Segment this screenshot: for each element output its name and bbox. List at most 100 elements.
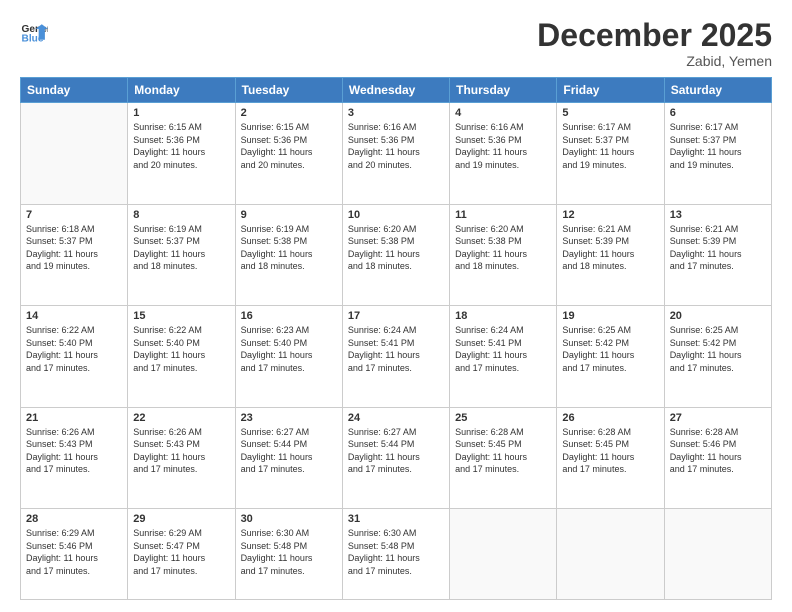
day-number: 3: [348, 107, 444, 119]
table-row: 17Sunrise: 6:24 AM Sunset: 5:41 PM Dayli…: [342, 306, 449, 407]
month-title: December 2025: [537, 18, 772, 53]
day-info: Sunrise: 6:23 AM Sunset: 5:40 PM Dayligh…: [241, 324, 337, 374]
col-tuesday: Tuesday: [235, 78, 342, 103]
day-info: Sunrise: 6:16 AM Sunset: 5:36 PM Dayligh…: [348, 121, 444, 171]
day-number: 21: [26, 412, 122, 424]
table-row: 6 Sunrise: 6:17 AM Sunset: 5:37 PM Daylig…: [664, 103, 771, 204]
day-info: Sunrise: 6:20 AM Sunset: 5:38 PM Dayligh…: [348, 223, 444, 273]
day-info: Sunrise: 6:27 AM Sunset: 5:44 PM Dayligh…: [241, 426, 337, 476]
table-row: 5 Sunrise: 6:17 AM Sunset: 5:37 PM Daylig…: [557, 103, 664, 204]
logo: General Blue: [20, 18, 48, 46]
day-number: 22: [133, 412, 229, 424]
day-info: Sunrise: 6:25 AM Sunset: 5:42 PM Dayligh…: [670, 324, 766, 374]
table-row: 3 Sunrise: 6:16 AM Sunset: 5:36 PM Daylig…: [342, 103, 449, 204]
table-row: 16 Sunrise: 6:23 AM Sunset: 5:40 PM Dayli…: [235, 306, 342, 407]
day-number: 10: [348, 209, 444, 221]
table-row: 4Sunrise: 6:16 AM Sunset: 5:36 PM Daylig…: [450, 103, 557, 204]
day-info: Sunrise: 6:17 AM Sunset: 5:37 PM Dayligh…: [562, 121, 658, 171]
calendar-table: Sunday Monday Tuesday Wednesday Thursday…: [20, 77, 772, 600]
calendar-week-row: 28Sunrise: 6:29 AM Sunset: 5:46 PM Dayli…: [21, 509, 772, 600]
title-section: December 2025 Zabid, Yemen: [537, 18, 772, 69]
day-number: 14: [26, 310, 122, 322]
day-number: 13: [670, 209, 766, 221]
day-number: 27: [670, 412, 766, 424]
table-row: 28Sunrise: 6:29 AM Sunset: 5:46 PM Dayli…: [21, 509, 128, 600]
day-info: Sunrise: 6:19 AM Sunset: 5:37 PM Dayligh…: [133, 223, 229, 273]
calendar-week-row: 7 Sunrise: 6:18 AM Sunset: 5:37 PM Daylig…: [21, 204, 772, 305]
day-number: 18: [455, 310, 551, 322]
day-info: Sunrise: 6:22 AM Sunset: 5:40 PM Dayligh…: [26, 324, 122, 374]
day-number: 6: [670, 107, 766, 119]
day-info: Sunrise: 6:24 AM Sunset: 5:41 PM Dayligh…: [455, 324, 551, 374]
table-row: 9Sunrise: 6:19 AM Sunset: 5:38 PM Daylig…: [235, 204, 342, 305]
day-number: 5: [562, 107, 658, 119]
day-info: Sunrise: 6:24 AM Sunset: 5:41 PM Dayligh…: [348, 324, 444, 374]
table-row: 18 Sunrise: 6:24 AM Sunset: 5:41 PM Dayli…: [450, 306, 557, 407]
logo-icon: General Blue: [20, 18, 48, 46]
day-number: 25: [455, 412, 551, 424]
day-info: Sunrise: 6:21 AM Sunset: 5:39 PM Dayligh…: [562, 223, 658, 273]
table-row: [450, 509, 557, 600]
day-number: 23: [241, 412, 337, 424]
day-info: Sunrise: 6:28 AM Sunset: 5:46 PM Dayligh…: [670, 426, 766, 476]
day-number: 2: [241, 107, 337, 119]
day-number: 26: [562, 412, 658, 424]
day-number: 20: [670, 310, 766, 322]
day-number: 1: [133, 107, 229, 119]
day-info: Sunrise: 6:28 AM Sunset: 5:45 PM Dayligh…: [455, 426, 551, 476]
day-info: Sunrise: 6:25 AM Sunset: 5:42 PM Dayligh…: [562, 324, 658, 374]
calendar-week-row: 1 Sunrise: 6:15 AM Sunset: 5:36 PM Daylig…: [21, 103, 772, 204]
table-row: 2Sunrise: 6:15 AM Sunset: 5:36 PM Daylig…: [235, 103, 342, 204]
day-info: Sunrise: 6:18 AM Sunset: 5:37 PM Dayligh…: [26, 223, 122, 273]
table-row: 22 Sunrise: 6:26 AM Sunset: 5:43 PM Dayli…: [128, 407, 235, 508]
day-number: 29: [133, 513, 229, 525]
day-info: Sunrise: 6:30 AM Sunset: 5:48 PM Dayligh…: [348, 527, 444, 577]
calendar-header-row: Sunday Monday Tuesday Wednesday Thursday…: [21, 78, 772, 103]
table-row: 12Sunrise: 6:21 AM Sunset: 5:39 PM Dayli…: [557, 204, 664, 305]
col-thursday: Thursday: [450, 78, 557, 103]
table-row: 21 Sunrise: 6:26 AM Sunset: 5:43 PM Dayli…: [21, 407, 128, 508]
day-info: Sunrise: 6:29 AM Sunset: 5:47 PM Dayligh…: [133, 527, 229, 577]
table-row: 26 Sunrise: 6:28 AM Sunset: 5:45 PM Dayli…: [557, 407, 664, 508]
day-info: Sunrise: 6:30 AM Sunset: 5:48 PM Dayligh…: [241, 527, 337, 577]
day-info: Sunrise: 6:26 AM Sunset: 5:43 PM Dayligh…: [133, 426, 229, 476]
col-wednesday: Wednesday: [342, 78, 449, 103]
col-sunday: Sunday: [21, 78, 128, 103]
table-row: 31 Sunrise: 6:30 AM Sunset: 5:48 PM Dayli…: [342, 509, 449, 600]
day-info: Sunrise: 6:22 AM Sunset: 5:40 PM Dayligh…: [133, 324, 229, 374]
table-row: 29 Sunrise: 6:29 AM Sunset: 5:47 PM Dayli…: [128, 509, 235, 600]
day-number: 19: [562, 310, 658, 322]
table-row: 24 Sunrise: 6:27 AM Sunset: 5:44 PM Dayli…: [342, 407, 449, 508]
table-row: 8 Sunrise: 6:19 AM Sunset: 5:37 PM Daylig…: [128, 204, 235, 305]
day-info: Sunrise: 6:26 AM Sunset: 5:43 PM Dayligh…: [26, 426, 122, 476]
table-row: 11 Sunrise: 6:20 AM Sunset: 5:38 PM Dayli…: [450, 204, 557, 305]
day-number: 7: [26, 209, 122, 221]
day-number: 16: [241, 310, 337, 322]
table-row: 7 Sunrise: 6:18 AM Sunset: 5:37 PM Daylig…: [21, 204, 128, 305]
day-info: Sunrise: 6:27 AM Sunset: 5:44 PM Dayligh…: [348, 426, 444, 476]
day-number: 24: [348, 412, 444, 424]
day-info: Sunrise: 6:29 AM Sunset: 5:46 PM Dayligh…: [26, 527, 122, 577]
calendar-week-row: 21 Sunrise: 6:26 AM Sunset: 5:43 PM Dayli…: [21, 407, 772, 508]
col-saturday: Saturday: [664, 78, 771, 103]
table-row: [664, 509, 771, 600]
col-friday: Friday: [557, 78, 664, 103]
day-number: 8: [133, 209, 229, 221]
day-info: Sunrise: 6:20 AM Sunset: 5:38 PM Dayligh…: [455, 223, 551, 273]
location: Zabid, Yemen: [537, 53, 772, 69]
table-row: 15Sunrise: 6:22 AM Sunset: 5:40 PM Dayli…: [128, 306, 235, 407]
table-row: 23 Sunrise: 6:27 AM Sunset: 5:44 PM Dayli…: [235, 407, 342, 508]
day-info: Sunrise: 6:17 AM Sunset: 5:37 PM Dayligh…: [670, 121, 766, 171]
header: General Blue December 2025 Zabid, Yemen: [20, 18, 772, 69]
day-number: 31: [348, 513, 444, 525]
day-info: Sunrise: 6:15 AM Sunset: 5:36 PM Dayligh…: [133, 121, 229, 171]
table-row: 10 Sunrise: 6:20 AM Sunset: 5:38 PM Dayli…: [342, 204, 449, 305]
day-number: 9: [241, 209, 337, 221]
calendar-page: General Blue December 2025 Zabid, Yemen …: [0, 0, 792, 612]
table-row: 13Sunrise: 6:21 AM Sunset: 5:39 PM Dayli…: [664, 204, 771, 305]
day-number: 11: [455, 209, 551, 221]
table-row: 19 Sunrise: 6:25 AM Sunset: 5:42 PM Dayli…: [557, 306, 664, 407]
day-info: Sunrise: 6:28 AM Sunset: 5:45 PM Dayligh…: [562, 426, 658, 476]
table-row: [21, 103, 128, 204]
day-number: 30: [241, 513, 337, 525]
